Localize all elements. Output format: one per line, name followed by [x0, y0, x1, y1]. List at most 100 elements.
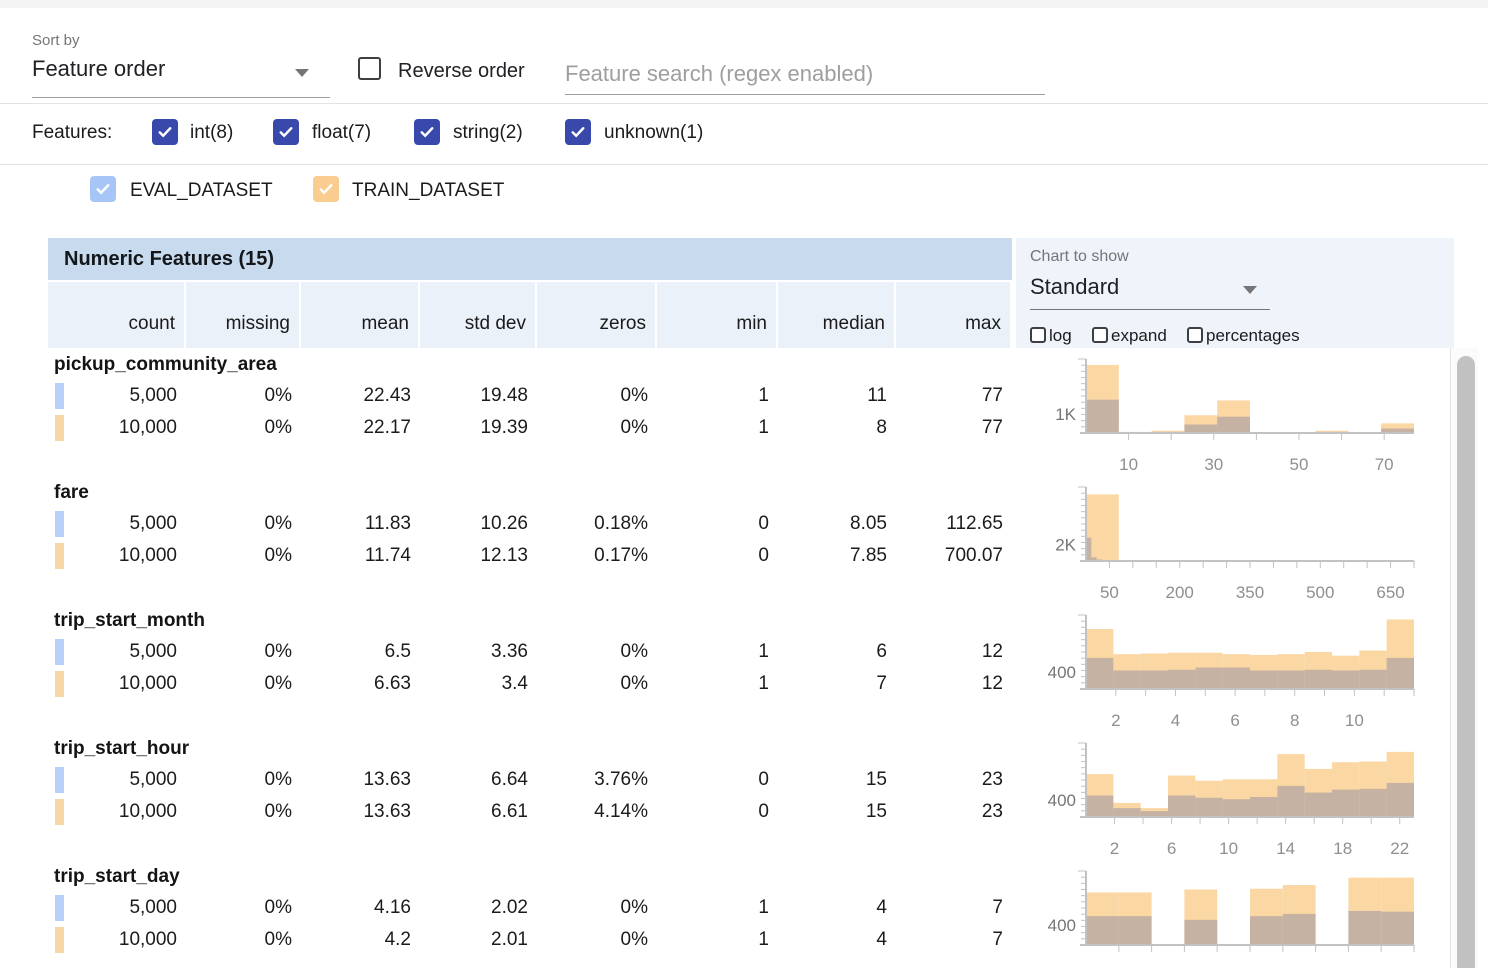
bar-eval_dataset: [1086, 400, 1119, 433]
stat-min: 1: [657, 668, 769, 700]
stat-max: 7: [896, 892, 1003, 924]
column-header-std-dev: std dev: [420, 282, 535, 348]
chevron-down-icon: [295, 69, 309, 77]
stat-mean: 22.17: [301, 412, 411, 444]
train-stats-row: 10,0000%6.633.40%1712: [48, 668, 1012, 700]
feature-type-label-int: int(8): [190, 120, 233, 146]
bar-eval_dataset: [1184, 424, 1217, 433]
stat-std-dev: 19.39: [420, 412, 528, 444]
stat-count: 10,000: [48, 412, 177, 444]
svg-text:70: 70: [1375, 455, 1394, 474]
filters-divider: [0, 164, 1488, 165]
svg-text:6: 6: [1230, 711, 1239, 730]
bar-eval_dataset: [1359, 789, 1386, 817]
chart-option-checkbox-percentages[interactable]: [1187, 327, 1203, 343]
stat-std-dev: 10.26: [420, 508, 528, 540]
sort-by-value: Feature order: [32, 56, 165, 81]
bar-eval_dataset: [1250, 797, 1277, 817]
stat-max: 23: [896, 764, 1003, 796]
bar-eval_dataset: [1348, 911, 1381, 945]
scrollbar-thumb[interactable]: [1457, 356, 1475, 968]
chart-option-label-log: log: [1049, 326, 1072, 346]
chevron-down-icon: [1243, 286, 1257, 294]
stat-median: 15: [778, 764, 887, 796]
stat-median: 15: [778, 796, 887, 828]
svg-text:400: 400: [1048, 791, 1076, 810]
stat-missing: 0%: [186, 380, 292, 412]
feature-block-trip_start_day: trip_start_day5,0000%4.162.020%14710,000…: [48, 864, 1012, 968]
numeric-features-banner: Numeric Features (15): [48, 238, 1012, 280]
stat-zeros: 0.18%: [537, 508, 648, 540]
stat-count: 5,000: [48, 380, 177, 412]
feature-type-checkbox-int[interactable]: [152, 119, 178, 145]
svg-text:650: 650: [1376, 583, 1404, 602]
stat-missing: 0%: [186, 796, 292, 828]
bar-eval_dataset: [1168, 796, 1195, 817]
stat-missing: 0%: [186, 636, 292, 668]
svg-text:50: 50: [1100, 583, 1119, 602]
sort-by-label: Sort by: [32, 32, 80, 49]
dataset-checkbox-eval[interactable]: [90, 176, 116, 202]
chart-option-label-expand: expand: [1111, 326, 1167, 346]
histogram-pickup_community_area: 103050701K: [1022, 352, 1422, 480]
stat-max: 7: [896, 924, 1003, 956]
eval-stats-row: 5,0000%6.53.360%1612: [48, 636, 1012, 668]
vertical-scrollbar[interactable]: [1450, 348, 1478, 968]
bar-eval_dataset: [1184, 920, 1217, 945]
svg-text:2: 2: [1110, 839, 1119, 858]
bar-eval_dataset: [1250, 916, 1283, 945]
stat-median: 11: [778, 380, 887, 412]
reverse-order-label: Reverse order: [398, 60, 525, 83]
stat-mean: 11.74: [301, 540, 411, 572]
feature-search-input[interactable]: [565, 53, 1045, 95]
feature-name: trip_start_day: [54, 866, 180, 888]
stat-max: 112.65: [896, 508, 1003, 540]
feature-block-pickup_community_area: pickup_community_area5,0000%22.4319.480%…: [48, 352, 1012, 480]
bar-eval_dataset: [1086, 658, 1113, 689]
chart-option-checkbox-log[interactable]: [1030, 327, 1046, 343]
bar-eval_dataset: [1381, 912, 1414, 945]
stat-std-dev: 19.48: [420, 380, 528, 412]
column-header-median: median: [778, 282, 894, 348]
svg-text:2: 2: [1111, 711, 1120, 730]
stat-median: 8.05: [778, 508, 887, 540]
bar-eval_dataset: [1141, 671, 1168, 690]
stat-max: 12: [896, 636, 1003, 668]
stat-max: 12: [896, 668, 1003, 700]
feature-type-checkbox-unknown[interactable]: [565, 119, 591, 145]
chart-type-select[interactable]: Standard: [1030, 274, 1270, 310]
column-header-missing: missing: [186, 282, 299, 348]
stat-count: 10,000: [48, 796, 177, 828]
stat-median: 6: [778, 636, 887, 668]
stat-mean: 11.83: [301, 508, 411, 540]
stat-max: 23: [896, 796, 1003, 828]
svg-text:10: 10: [1345, 711, 1364, 730]
sort-by-select[interactable]: Feature order: [32, 56, 330, 98]
dataset-checkbox-train[interactable]: [313, 176, 339, 202]
feature-type-label-string: string(2): [453, 120, 523, 146]
train-stats-row: 10,0000%4.22.010%147: [48, 924, 1012, 956]
bar-eval_dataset: [1277, 786, 1304, 817]
bar-eval_dataset: [1113, 808, 1140, 817]
bar-eval_dataset: [1305, 670, 1332, 689]
dataset-label-train: TRAIN_DATASET: [352, 178, 504, 204]
feature-name: fare: [54, 482, 89, 504]
stat-zeros: 0%: [537, 380, 648, 412]
chart-option-checkbox-expand[interactable]: [1092, 327, 1108, 343]
stat-count: 5,000: [48, 892, 177, 924]
svg-text:4: 4: [1171, 711, 1180, 730]
bar-eval_dataset: [1086, 796, 1113, 817]
feature-type-checkbox-string[interactable]: [414, 119, 440, 145]
stat-zeros: 0%: [537, 636, 648, 668]
reverse-order-checkbox[interactable]: [358, 57, 381, 80]
stat-median: 4: [778, 924, 887, 956]
stat-count: 5,000: [48, 764, 177, 796]
svg-text:500: 500: [1306, 583, 1334, 602]
feature-type-checkbox-float[interactable]: [273, 119, 299, 145]
stat-zeros: 4.14%: [537, 796, 648, 828]
stat-median: 7: [778, 668, 887, 700]
stat-min: 1: [657, 892, 769, 924]
column-header-zeros: zeros: [537, 282, 655, 348]
stat-min: 0: [657, 796, 769, 828]
bar-eval_dataset: [1277, 671, 1304, 690]
